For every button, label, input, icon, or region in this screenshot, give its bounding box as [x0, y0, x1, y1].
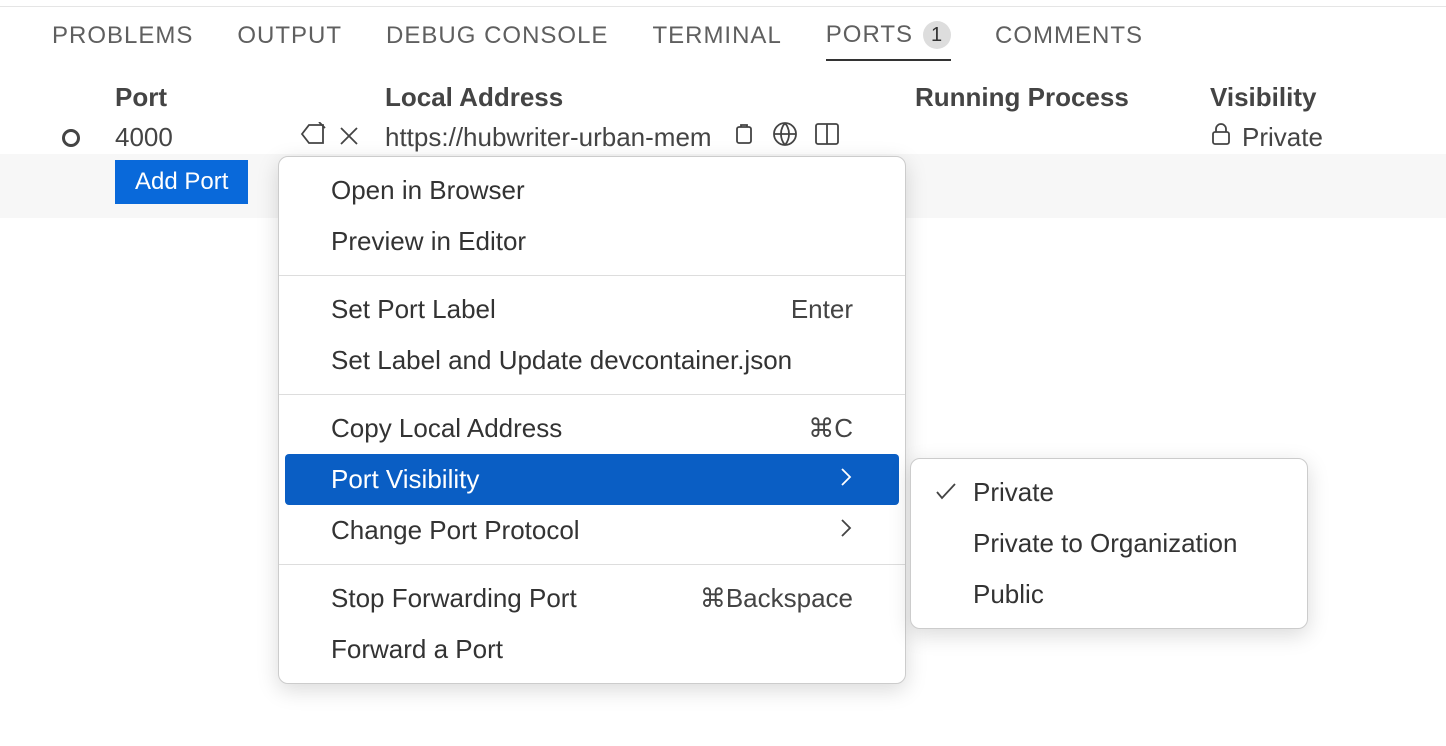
close-icon[interactable] — [339, 122, 359, 153]
port-number: 4000 — [115, 122, 173, 153]
lock-icon — [1210, 122, 1232, 153]
menu-separator — [279, 275, 905, 276]
menu-label: Port Visibility — [331, 464, 479, 495]
submenu-label: Private — [973, 477, 1054, 508]
ctx-stop-forwarding-port[interactable]: Stop Forwarding Port ⌘Backspace — [279, 573, 905, 624]
globe-icon[interactable] — [772, 121, 798, 154]
ports-table-header: Port Local Address Running Process Visib… — [0, 74, 1446, 121]
check-icon — [933, 477, 959, 508]
submenu-label: Private to Organization — [973, 528, 1237, 559]
tab-terminal[interactable]: TERMINAL — [652, 22, 781, 60]
menu-label: Preview in Editor — [331, 226, 526, 257]
tab-comments[interactable]: COMMENTS — [995, 22, 1143, 60]
submenu-private[interactable]: Private — [911, 467, 1307, 518]
port-status-icon — [62, 129, 80, 147]
chevron-right-icon — [839, 467, 853, 493]
submenu-label: Public — [973, 579, 1044, 610]
menu-label: Set Port Label — [331, 294, 496, 325]
local-address: https://hubwriter-urban-mem — [385, 122, 712, 153]
menu-shortcut: ⌘Backspace — [700, 583, 853, 614]
tab-ports[interactable]: PORTS 1 — [826, 21, 951, 61]
label-icon[interactable] — [299, 122, 327, 153]
tab-label: DEBUG CONSOLE — [386, 22, 608, 50]
menu-label: Stop Forwarding Port — [331, 583, 577, 614]
tab-debug-console[interactable]: DEBUG CONSOLE — [386, 22, 608, 60]
menu-label: Open in Browser — [331, 175, 525, 206]
ports-count-badge: 1 — [923, 21, 951, 49]
tab-output[interactable]: OUTPUT — [237, 22, 342, 60]
ctx-set-label-devcontainer[interactable]: Set Label and Update devcontainer.json — [279, 335, 905, 386]
copy-icon[interactable] — [732, 122, 756, 153]
menu-label: Copy Local Address — [331, 413, 562, 444]
tab-label: PROBLEMS — [52, 22, 193, 50]
tab-label: OUTPUT — [237, 22, 342, 50]
menu-label: Set Label and Update devcontainer.json — [331, 345, 792, 376]
ctx-preview-in-editor[interactable]: Preview in Editor — [279, 216, 905, 267]
split-icon[interactable] — [814, 122, 840, 153]
tab-label: COMMENTS — [995, 22, 1143, 50]
menu-label: Forward a Port — [331, 634, 503, 665]
chevron-right-icon — [839, 518, 853, 544]
ctx-change-port-protocol[interactable]: Change Port Protocol — [279, 505, 905, 556]
visibility-submenu: Private Private to Organization Public — [910, 458, 1308, 629]
visibility-value: Private — [1242, 122, 1323, 153]
header-port: Port — [115, 82, 385, 113]
menu-separator — [279, 564, 905, 565]
panel-tabs: PROBLEMS OUTPUT DEBUG CONSOLE TERMINAL P… — [0, 7, 1446, 70]
ctx-copy-local-address[interactable]: Copy Local Address ⌘C — [279, 403, 905, 454]
tab-problems[interactable]: PROBLEMS — [52, 22, 193, 60]
tab-label: TERMINAL — [652, 22, 781, 50]
menu-label: Change Port Protocol — [331, 515, 580, 546]
ctx-open-in-browser[interactable]: Open in Browser — [279, 165, 905, 216]
table-row[interactable]: 4000 https://hubwriter-urban-mem — [0, 121, 1446, 154]
add-port-button[interactable]: Add Port — [115, 160, 248, 204]
header-running-process: Running Process — [915, 82, 1210, 113]
ctx-port-visibility[interactable]: Port Visibility — [285, 454, 899, 505]
menu-shortcut: ⌘C — [808, 413, 853, 444]
add-port-label: Add Port — [135, 168, 228, 195]
menu-shortcut: Enter — [791, 294, 853, 325]
tab-label: PORTS — [826, 21, 913, 49]
ctx-forward-a-port[interactable]: Forward a Port — [279, 624, 905, 675]
submenu-public[interactable]: Public — [911, 569, 1307, 620]
submenu-private-to-organization[interactable]: Private to Organization — [911, 518, 1307, 569]
context-menu: Open in Browser Preview in Editor Set Po… — [278, 156, 906, 684]
menu-separator — [279, 394, 905, 395]
header-visibility: Visibility — [1210, 82, 1410, 113]
ctx-set-port-label[interactable]: Set Port Label Enter — [279, 284, 905, 335]
header-local-address: Local Address — [385, 82, 915, 113]
